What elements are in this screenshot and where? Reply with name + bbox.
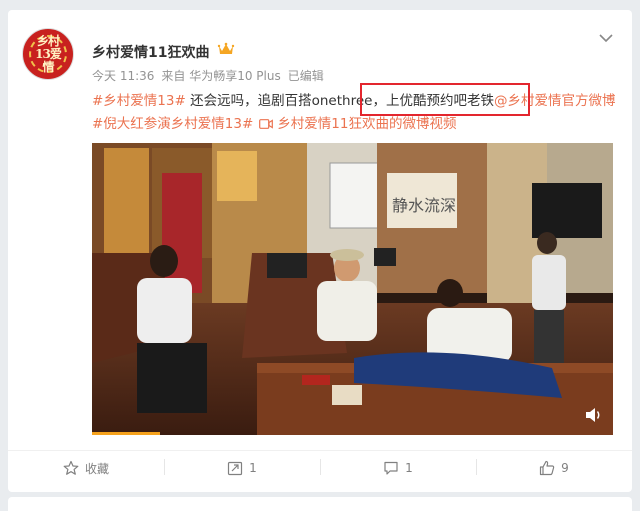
video-progress-bar[interactable]: [92, 432, 160, 435]
mention-link[interactable]: @乡村爱情官方微博: [494, 93, 616, 109]
comment-icon: [384, 461, 398, 475]
repost-icon: [228, 461, 243, 476]
post-meta: 今天 11:36 来自 华为畅享10 Plus 已编辑: [92, 67, 324, 84]
video-link[interactable]: 乡村爱情11狂欢曲的微博视频: [277, 116, 456, 132]
topic-tag-2[interactable]: #倪大红参演乡村爱情13#: [92, 116, 253, 132]
author-name[interactable]: 乡村爱情11狂欢曲: [92, 42, 209, 62]
like-button[interactable]: 9: [476, 451, 632, 485]
edited-label[interactable]: 已编辑: [288, 67, 324, 84]
action-bar: 收藏 1 1 9: [8, 450, 632, 485]
video-frame: 静水流深: [92, 143, 613, 435]
post-text: #乡村爱情13# 还会远吗，追剧百搭onethree，上优酷预约吧老铁@乡村爱情…: [92, 90, 622, 136]
avatar-text: 乡村13爱情: [29, 34, 67, 73]
post-source: 来自 华为畅享10 Plus: [161, 69, 281, 83]
comment-count: 1: [405, 461, 413, 475]
repost-count: 1: [249, 461, 257, 475]
post-time[interactable]: 今天 11:36: [92, 67, 154, 84]
wall-calligraphy: 静水流深: [392, 196, 456, 215]
video-link-icon: [259, 119, 274, 129]
volume-icon[interactable]: [585, 407, 603, 423]
video-player[interactable]: 静水流深: [92, 143, 613, 435]
favorite-button[interactable]: 收藏: [8, 451, 164, 485]
star-icon: [63, 460, 79, 475]
like-count: 9: [561, 461, 569, 475]
chevron-down-icon[interactable]: [598, 32, 614, 44]
avatar[interactable]: 乡村13爱情: [22, 28, 74, 80]
comment-button[interactable]: 1: [320, 451, 476, 485]
vip-badge-icon: [217, 42, 235, 54]
thumbs-up-icon: [540, 460, 555, 476]
repost-button[interactable]: 1: [164, 451, 320, 485]
favorite-label: 收藏: [84, 461, 109, 476]
post-body: 还会远吗，追剧百搭onethree，上优酷预约吧老铁: [185, 93, 494, 109]
topic-tag[interactable]: #乡村爱情13#: [92, 93, 186, 109]
